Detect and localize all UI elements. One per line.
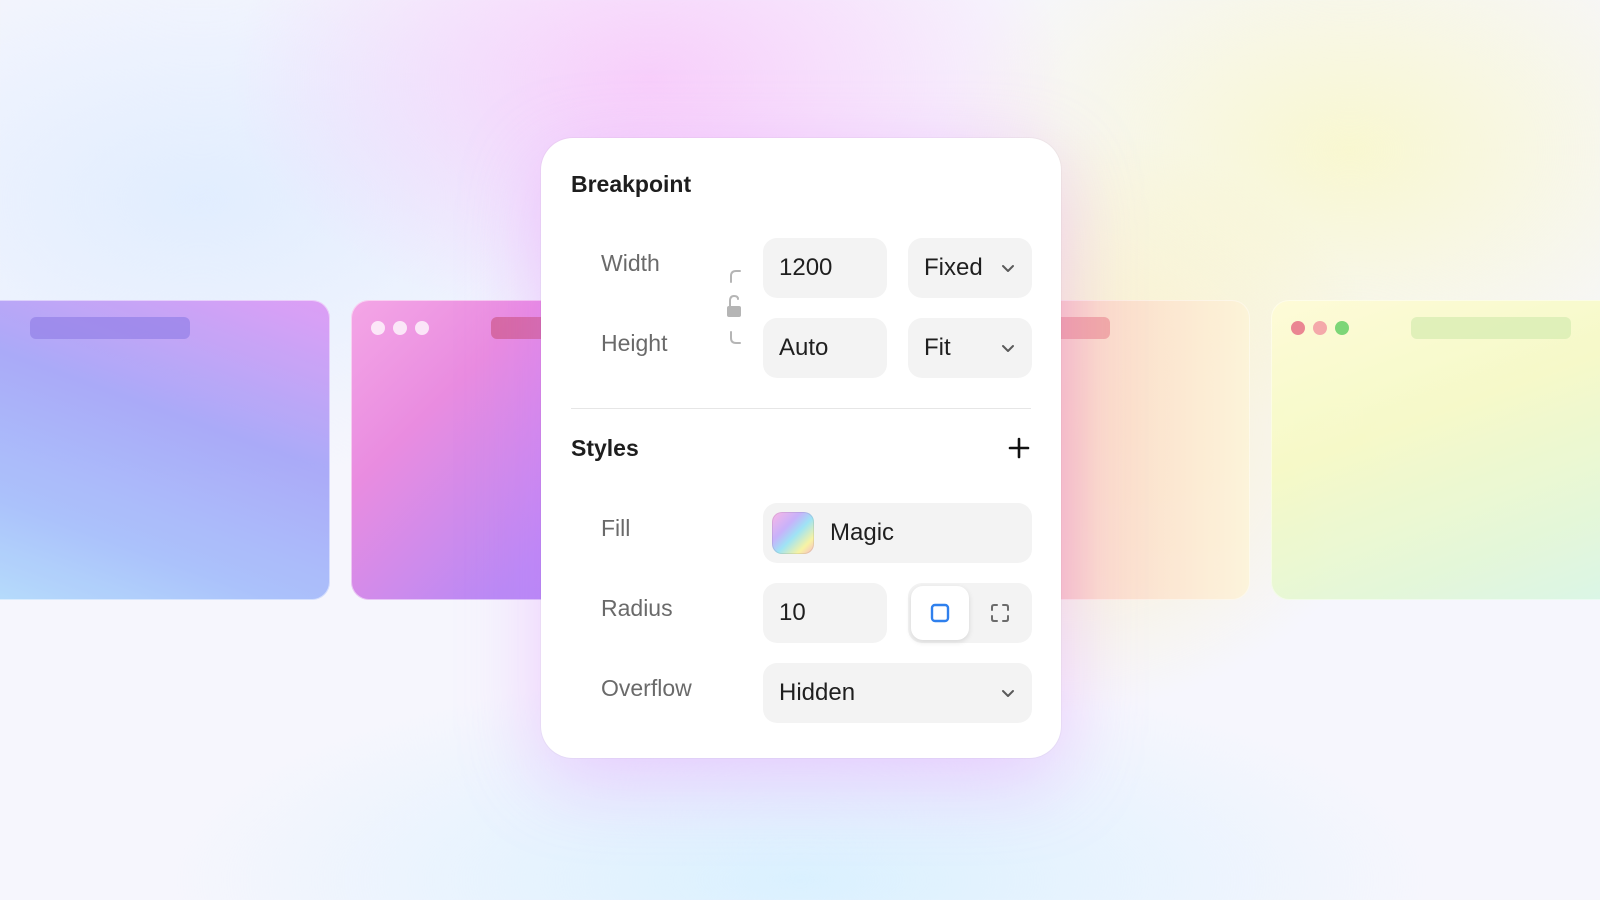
height-input[interactable]: Auto	[763, 318, 887, 378]
plus-icon[interactable]	[1007, 436, 1031, 460]
fill-value: Magic	[830, 519, 895, 546]
window-close-dot	[1291, 321, 1305, 335]
background-window-purple	[0, 300, 330, 600]
individual-corners-icon	[991, 604, 1009, 622]
aspect-ratio-lock-toggle[interactable]	[724, 268, 746, 348]
window-dot	[393, 321, 407, 335]
breakpoint-heading: Breakpoint	[571, 171, 692, 197]
width-label: Width	[601, 250, 660, 276]
overflow-select[interactable]: Hidden	[763, 663, 1032, 723]
background-window-yellow	[1271, 300, 1600, 600]
styles-heading: Styles	[571, 435, 639, 461]
window-controls	[1291, 321, 1349, 335]
chevron-down-icon	[1002, 690, 1014, 697]
radius-individual-button[interactable]	[971, 586, 1029, 640]
chevron-down-icon	[1002, 345, 1014, 352]
overflow-label: Overflow	[601, 675, 692, 701]
window-controls	[371, 321, 429, 335]
section-divider	[571, 408, 1031, 409]
radius-label: Radius	[601, 595, 673, 621]
fill-picker[interactable]: Magic	[763, 503, 1032, 563]
chevron-down-icon	[1002, 265, 1014, 272]
window-dot	[371, 321, 385, 335]
window-title-bar	[1411, 317, 1571, 339]
radius-uniform-button[interactable]	[911, 586, 969, 640]
window-maximize-dot	[1335, 321, 1349, 335]
overflow-value: Hidden	[779, 679, 856, 706]
unlock-icon	[727, 270, 741, 344]
properties-panel: Breakpoint Width 1200 Fixed Height Auto …	[541, 138, 1061, 758]
square-corners-icon	[930, 603, 950, 623]
height-mode-value: Fit	[924, 334, 951, 361]
width-mode-select[interactable]: Fixed	[908, 238, 1032, 298]
window-dot	[415, 321, 429, 335]
height-mode-select[interactable]: Fit	[908, 318, 1032, 378]
width-input[interactable]: 1200	[763, 238, 887, 298]
fill-swatch[interactable]	[772, 512, 814, 554]
fill-label: Fill	[601, 515, 631, 541]
window-title-bar	[30, 317, 190, 339]
width-mode-value: Fixed	[924, 254, 983, 281]
radius-mode-toggle	[908, 583, 1032, 643]
window-minimize-dot	[1313, 321, 1327, 335]
radius-input[interactable]: 10	[763, 583, 887, 643]
height-label: Height	[601, 330, 668, 356]
